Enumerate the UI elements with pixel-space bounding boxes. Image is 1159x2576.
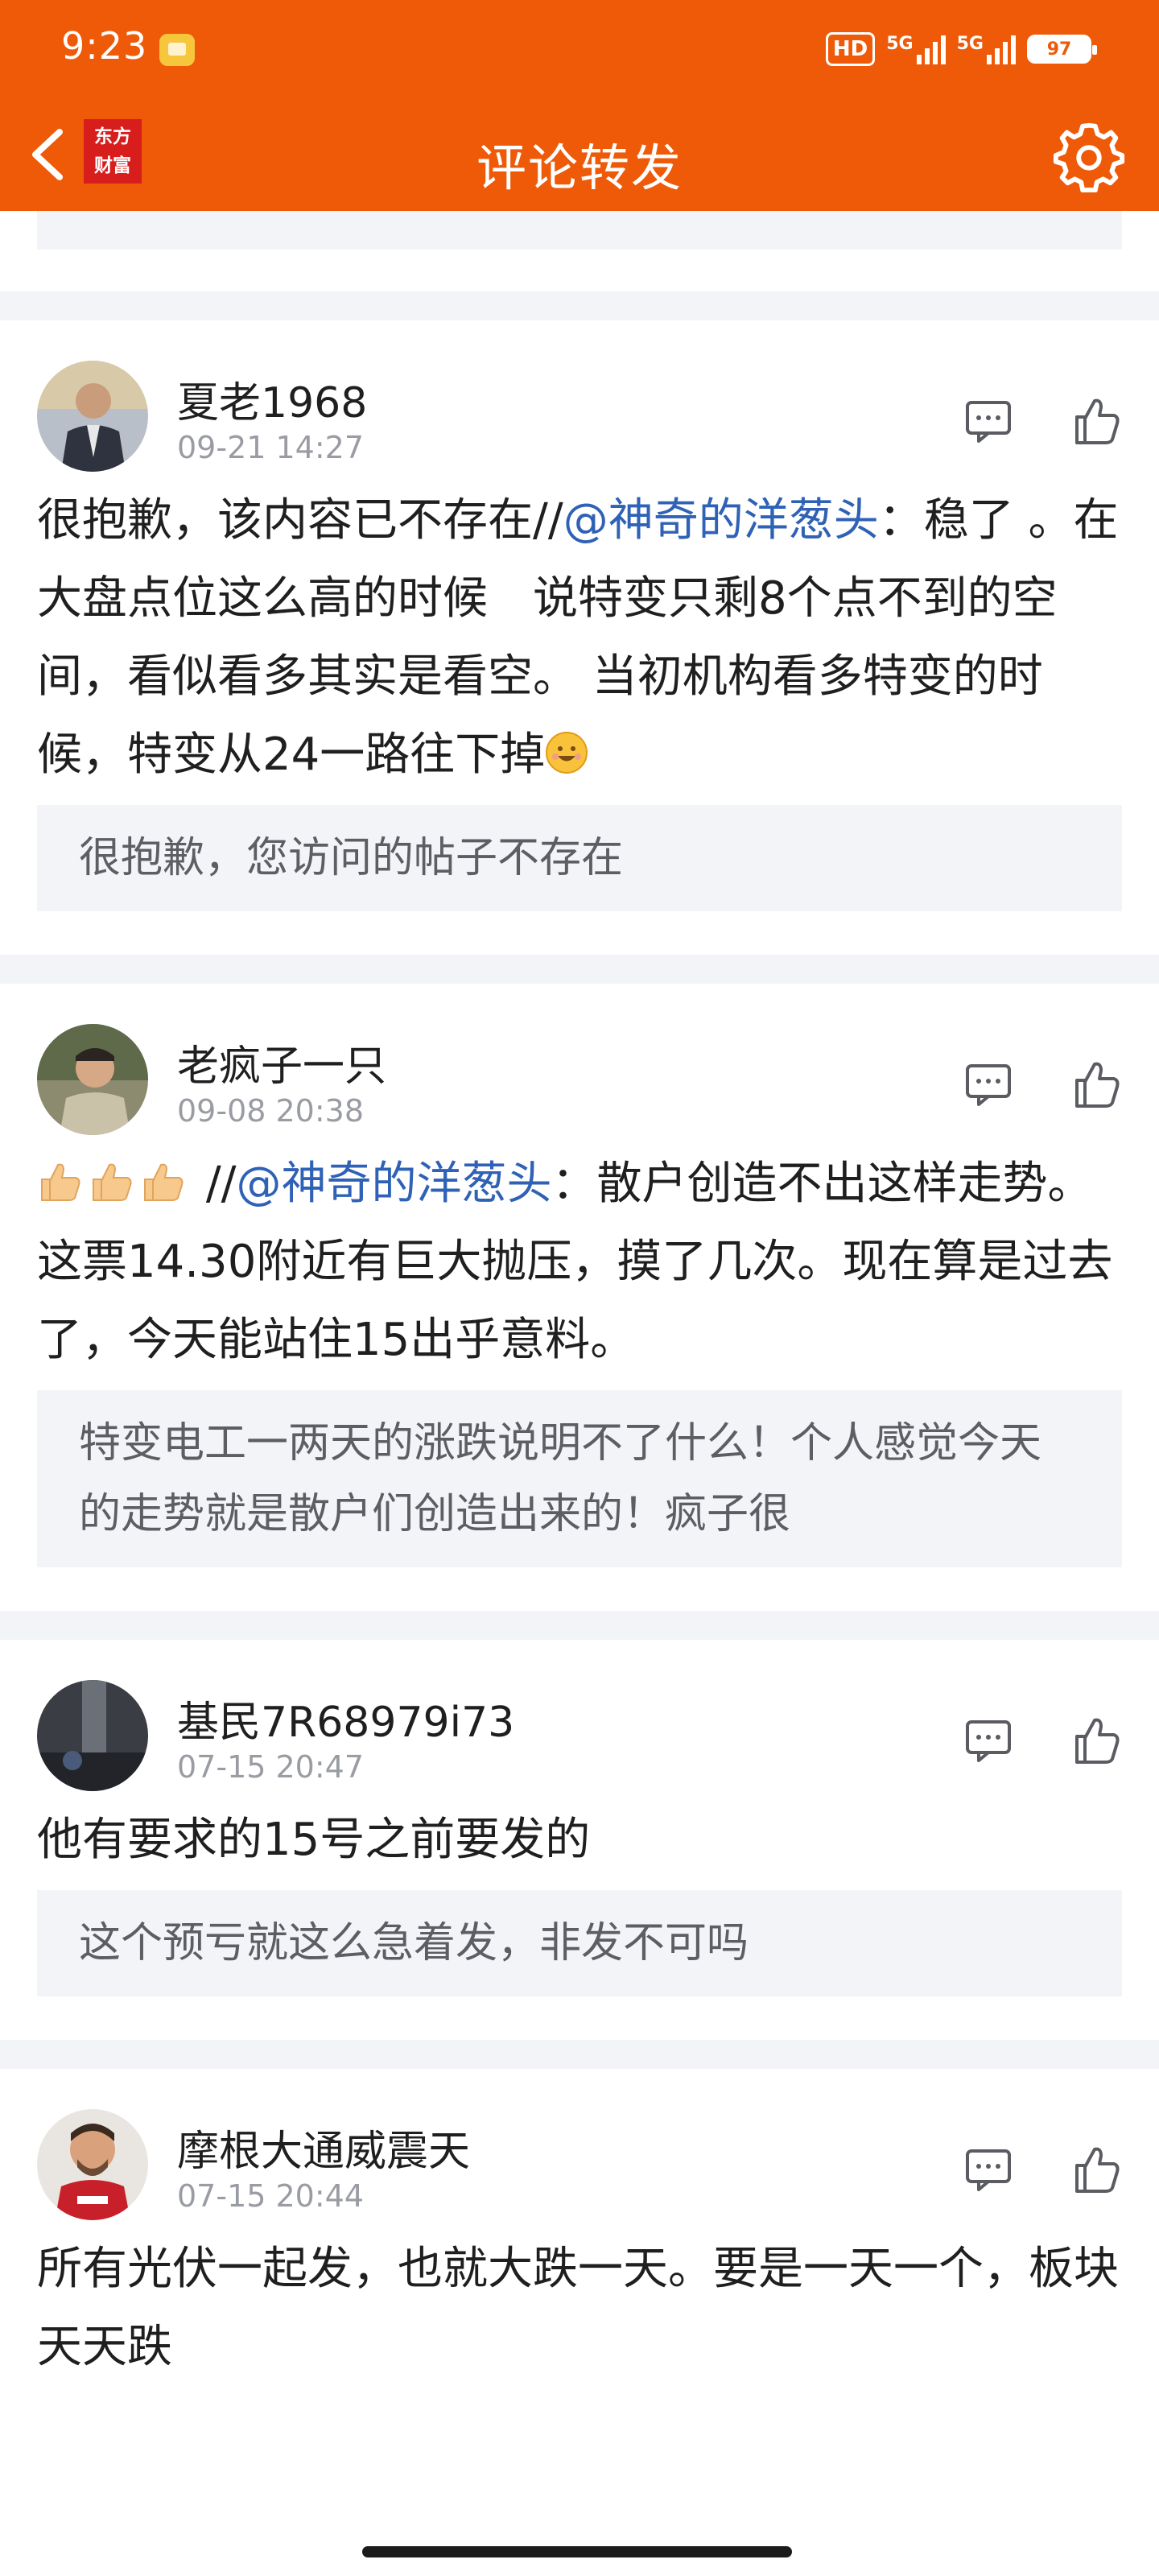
username[interactable]: 夏老1968 [177,369,367,429]
notification-icon [159,34,195,66]
divider [0,1611,1159,1640]
avatar[interactable] [37,1680,148,1791]
status-indicators: HD 5G 5G 97 [825,29,1097,69]
post-time: 09-21 14:27 [177,430,365,465]
post-item[interactable]: 夏老1968 09-21 14:27 很抱歉，该内容已不存在//@神奇的洋葱头：… [0,320,1159,955]
post-item[interactable]: 摩根大通威震天 07-15 20:44 所有光伏一起发，也就大跌一天。要是一天一… [0,2069,1159,2386]
quoted-post[interactable]: 特变电工一两天的涨跌说明不了什么！个人感觉今天的走势就是散户们创造出来的！疯子很 [37,1390,1122,1567]
username[interactable]: 基民7R68979i73 [177,1688,514,1748]
signal-icon: 5G [886,34,946,64]
quoted-post[interactable]: 很抱歉，您访问的帖子不存在 [37,805,1122,911]
home-indicator[interactable] [362,2546,792,2557]
navigation-bar: 东方 财富 评论转发 [0,100,1159,211]
comment-icon[interactable] [955,1050,1022,1117]
post-time: 07-15 20:44 [177,2178,365,2214]
post-text: 他有要求的15号之前要发的 [37,1814,591,1866]
avatar[interactable] [37,2109,148,2220]
post-text: //@神奇的洋葱头：散户创造不出这样走势。这票14.30附近有巨大抛压，摸了几次… [37,1158,1113,1366]
mention-link[interactable]: @神奇的洋葱头 [563,494,879,547]
thumbs-up-icon[interactable] [1062,386,1130,454]
thumbs-up-emoji-icon [41,1163,80,1201]
mention-link[interactable]: @神奇的洋葱头 [237,1158,552,1210]
post-item[interactable]: 老疯子一只 09-08 20:38 //@神奇的洋葱头：散户创造不出这样走势。这… [0,984,1159,1611]
post-time: 07-15 20:47 [177,1749,365,1785]
quoted-post[interactable]: 这个预亏就这么急着发，非发不可吗 [37,1890,1122,1996]
hd-voice-icon: HD [825,32,876,66]
post-text: 所有光伏一起发，也就大跌一天。要是一天一个，板块天天跌 [37,2243,1119,2373]
signal-icon-2: 5G [957,34,1016,64]
avatar[interactable] [37,1024,148,1135]
divider [0,955,1159,984]
comment-icon[interactable] [955,2135,1022,2202]
gear-icon[interactable] [1050,116,1128,195]
divider [0,291,1159,320]
thumbs-up-icon[interactable] [1062,1706,1130,1773]
previous-post-tail [0,211,1159,291]
username[interactable]: 摩根大通威震天 [177,2117,470,2178]
comment-icon[interactable] [955,386,1022,454]
avatar[interactable] [37,361,148,472]
battery-icon: 97 [1027,35,1097,64]
page-title: 评论转发 [476,138,683,197]
comment-feed: 夏老1968 09-21 14:27 很抱歉，该内容已不存在//@神奇的洋葱头：… [0,211,1159,2386]
post-item[interactable]: 基民7R68979i73 07-15 20:47 他有要求的15号之前要发的 这… [0,1640,1159,2040]
status-time: 9:23 [61,24,148,68]
thumbs-up-emoji-icon [144,1163,184,1201]
thumbs-up-icon[interactable] [1062,1050,1130,1117]
app-header: 9:23 HD 5G 5G 97 东方 财富 评论转发 [0,0,1159,211]
divider [0,2040,1159,2069]
post-text: 很抱歉，该内容已不存在//@神奇的洋葱头：稳了 。在大盘点位这么高的时候 说特变… [37,494,1119,781]
post-time: 09-08 20:38 [177,1093,365,1129]
username[interactable]: 老疯子一只 [177,1032,386,1092]
thumbs-up-emoji-icon [93,1163,132,1201]
smile-emoji-icon [546,732,588,774]
status-bar: 9:23 HD 5G 5G 97 [0,0,1159,100]
thumbs-up-icon[interactable] [1062,2135,1130,2202]
comment-icon[interactable] [955,1706,1022,1773]
